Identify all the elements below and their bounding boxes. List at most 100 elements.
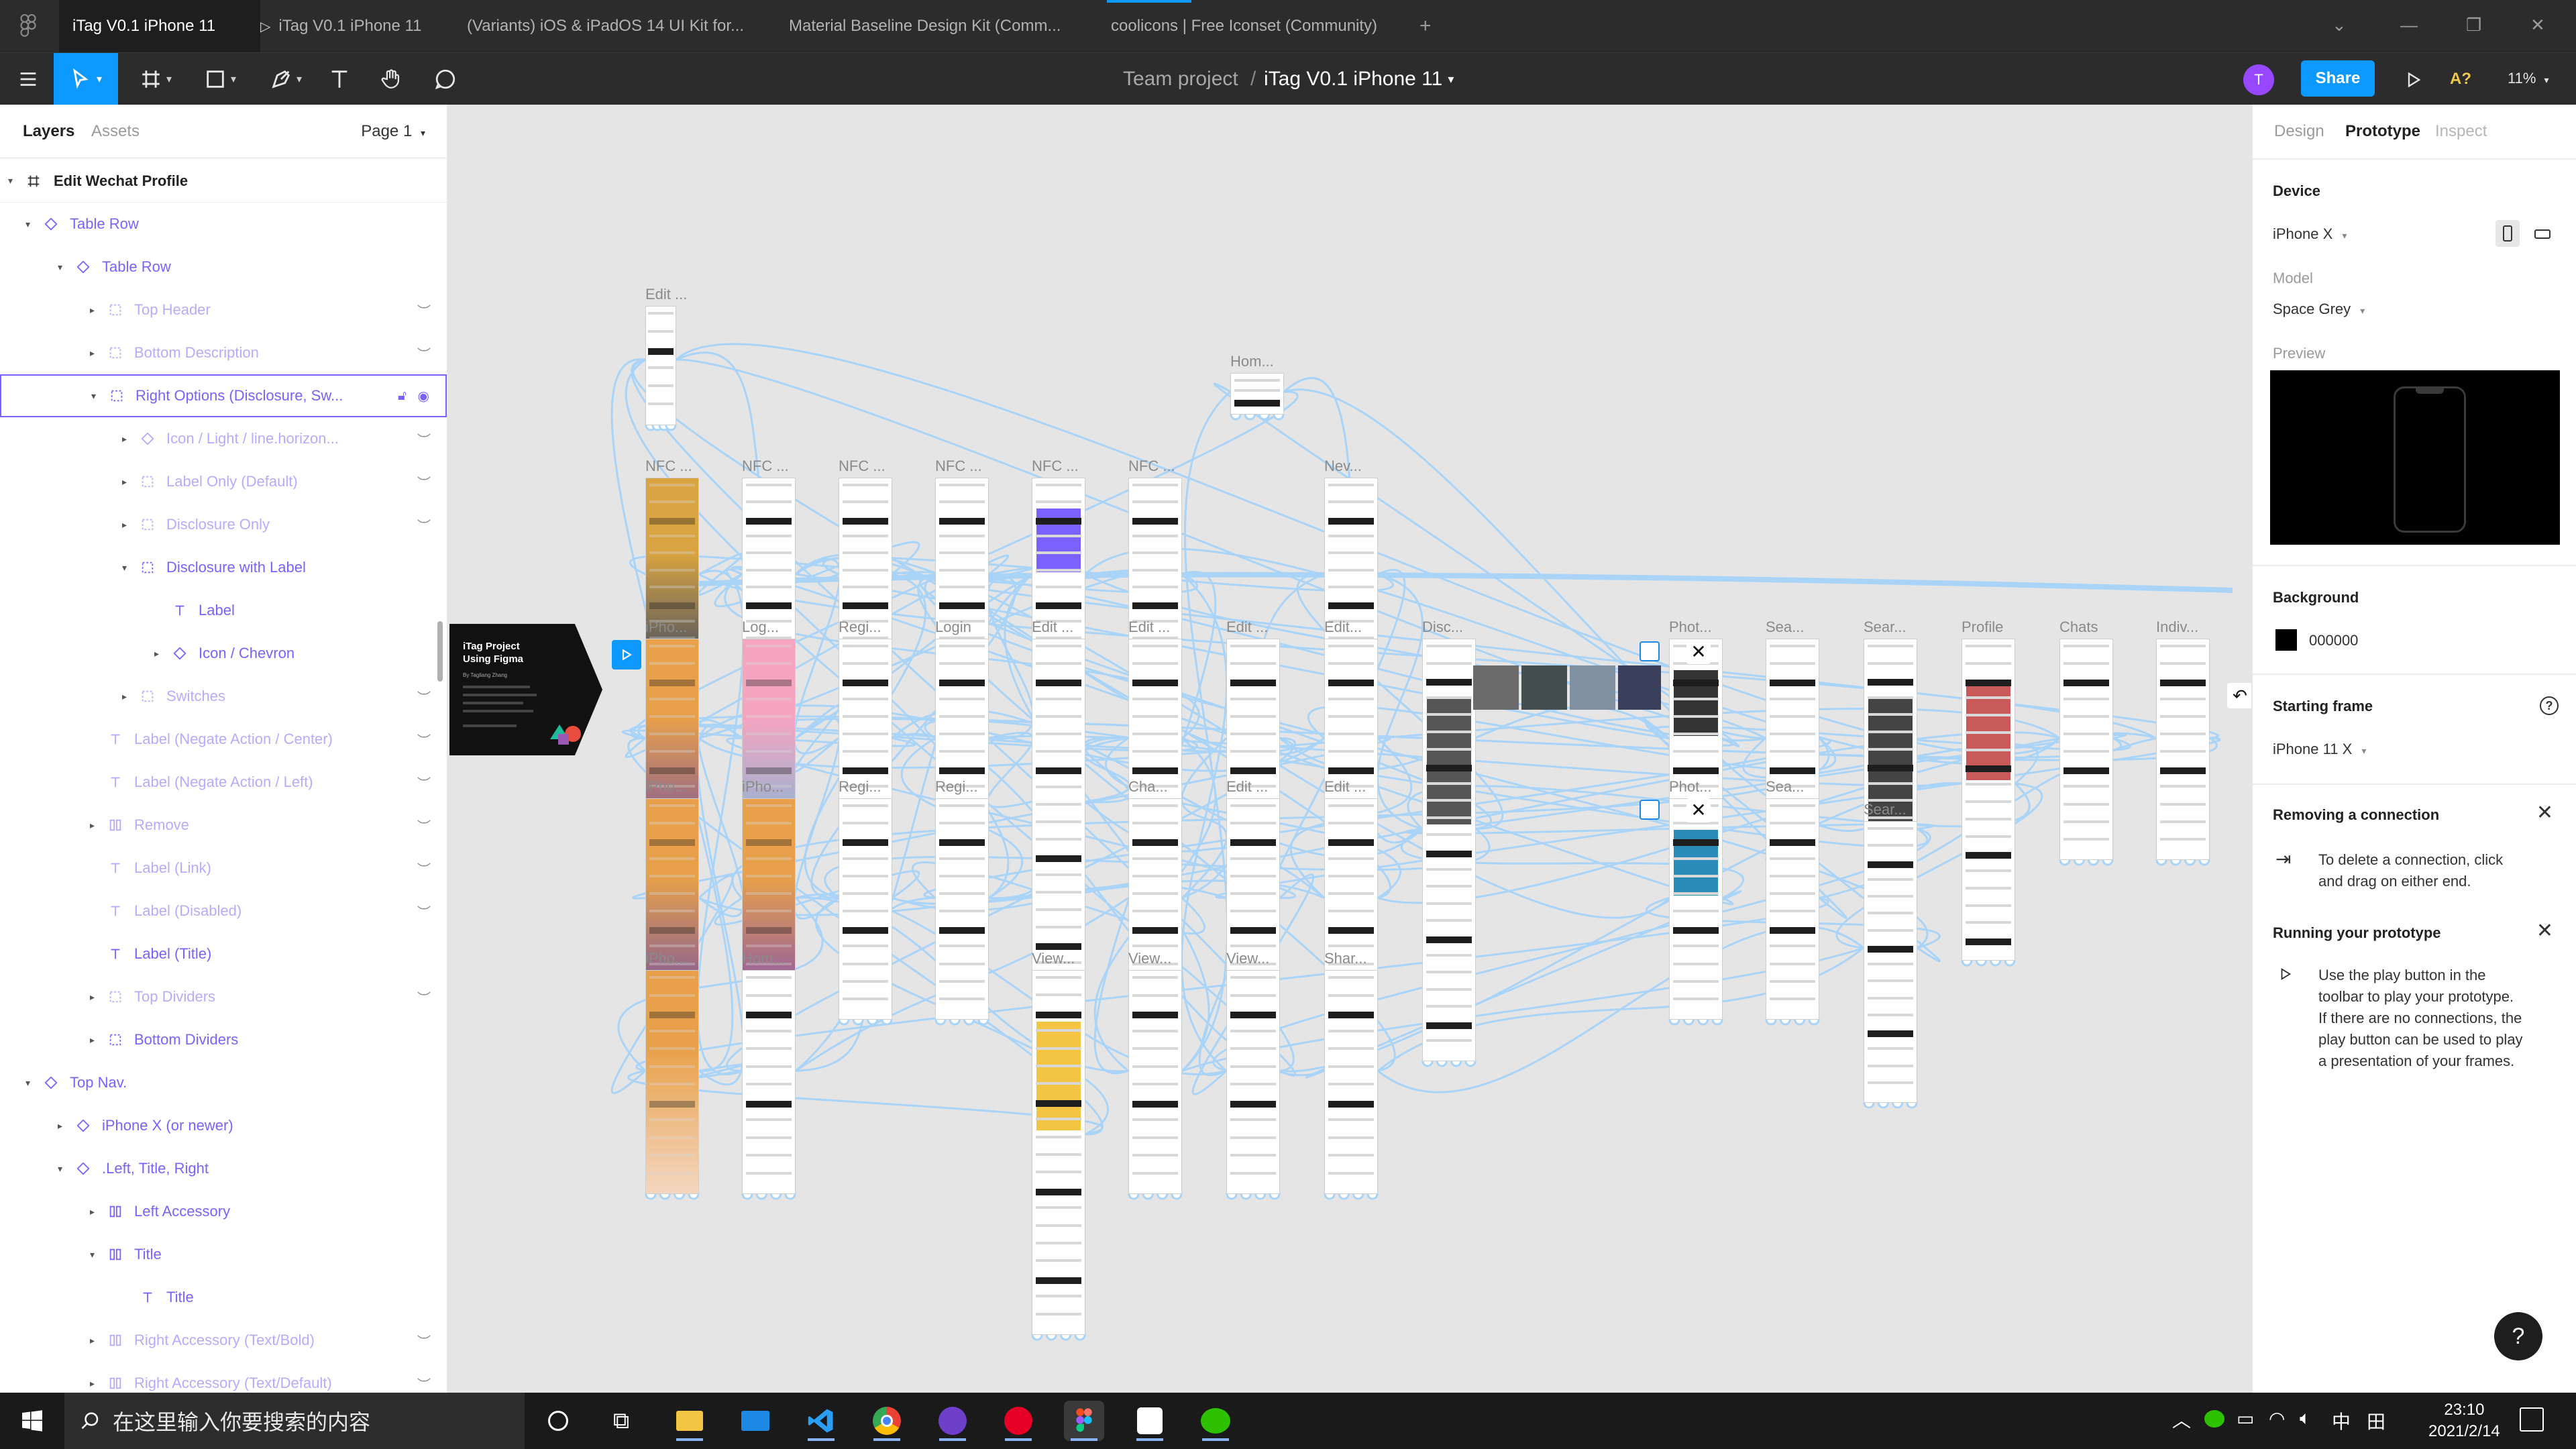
layer-row[interactable]: ▾ Right Options (Disclosure, Sw... 🔓︎ ◉ (0, 374, 447, 417)
frame-label[interactable]: Phot... (1669, 778, 1712, 796)
ime-mode-icon[interactable]: 田 (2367, 1407, 2385, 1434)
screen-frame[interactable] (1128, 970, 1182, 1194)
landscape-toggle[interactable] (2530, 223, 2555, 246)
eye-hidden-icon[interactable]: ︶ (417, 343, 431, 363)
screen-frame[interactable] (839, 798, 892, 1020)
tab-inspect[interactable]: Inspect (2435, 122, 2487, 141)
device-dropdown[interactable]: iPhone X ▾ (2273, 225, 2347, 243)
screen-frame[interactable] (1324, 970, 1378, 1194)
eye-hidden-icon[interactable]: ︶ (417, 1374, 431, 1393)
page-selector[interactable]: Page 1 ▾ (361, 122, 425, 141)
expand-caret-icon[interactable]: ▸ (90, 991, 95, 1003)
notion-icon[interactable] (1130, 1401, 1170, 1441)
tray-wechat-icon[interactable] (2204, 1410, 2224, 1428)
system-clock[interactable]: 23:10 2021/2/14 (2428, 1399, 2500, 1442)
layer-row[interactable]: ▸ Bottom Description ︶ (0, 331, 447, 374)
cover-frame[interactable]: iTag Project Using Figma By Tagliang Zha… (449, 624, 602, 755)
layer-row[interactable]: ▾ Title (0, 1233, 447, 1276)
overlay-marker-icon[interactable] (1640, 641, 1660, 661)
frame-label[interactable]: Disc... (1422, 619, 1463, 636)
frame-label[interactable]: NFC ... (1128, 458, 1175, 475)
layer-row[interactable]: ▸ Left Accessory (0, 1190, 447, 1233)
close-window-icon[interactable]: ✕ (2530, 15, 2545, 36)
frame-label[interactable]: Cha... (1128, 778, 1168, 796)
main-menu-icon[interactable] (9, 53, 47, 105)
frame-label[interactable]: Log... (742, 619, 779, 636)
eye-hidden-icon[interactable]: ︶ (417, 859, 431, 878)
move-tool-button[interactable]: ▾ (54, 53, 118, 105)
comment-tool-button[interactable] (429, 53, 462, 105)
expand-caret-icon[interactable]: ▸ (90, 1378, 95, 1389)
collapse-caret-icon[interactable]: ▾ (58, 1163, 62, 1175)
screen-frame[interactable] (1226, 970, 1280, 1194)
layer-row[interactable]: ▸ Icon / Light / line.horizon... ︶ (0, 417, 447, 460)
eye-hidden-icon[interactable]: ︶ (417, 773, 431, 792)
background-hex-input[interactable]: 000000 (2309, 632, 2358, 649)
eye-hidden-icon[interactable]: ︶ (417, 902, 431, 921)
ime-indicator[interactable]: 中 (2332, 1407, 2351, 1434)
new-tab-button[interactable]: + (1419, 0, 1440, 52)
connection-line[interactable] (1181, 947, 1864, 1072)
tab-itag-file[interactable]: iTag V0.1 iPhone 11 (59, 0, 260, 52)
layer-row[interactable]: Label (Title) (0, 932, 447, 975)
collapse-caret-icon[interactable]: ▾ (25, 1077, 30, 1089)
layer-row[interactable]: ▾ Top Nav. (0, 1061, 447, 1104)
screen-frame[interactable] (1766, 798, 1819, 1020)
frame-tool-button[interactable]: ▾ (129, 53, 182, 105)
figma-menu-icon[interactable] (16, 13, 40, 39)
frame-label[interactable]: Nev... (1324, 458, 1362, 475)
frame-label[interactable]: Sea... (1766, 778, 1804, 796)
back-action-icon[interactable]: ↶ (2227, 683, 2253, 708)
frame-label[interactable]: Edit ... (1226, 778, 1268, 796)
canvas[interactable]: Edit ... Hom... NFC ... NFC ... NFC ... NFC .… (448, 105, 2253, 1393)
expand-caret-icon[interactable]: ▸ (122, 433, 127, 445)
overlay-marker-icon[interactable] (1640, 800, 1660, 820)
background-swatch[interactable] (2275, 629, 2297, 651)
starting-frame-dropdown[interactable]: iPhone 11 X ▾ (2273, 741, 2366, 758)
screen-frame[interactable] (645, 970, 699, 1194)
layer-row[interactable]: ▸ Right Accessory (Text/Default) ︶ (0, 1362, 447, 1393)
layer-row[interactable]: ▸ iPhone X (or newer) (0, 1104, 447, 1147)
frame-label[interactable]: iPho... (645, 619, 687, 636)
layer-frame-root[interactable]: ▾ Edit Wechat Profile (0, 160, 447, 203)
layer-row[interactable]: Title (0, 1276, 447, 1319)
collapse-caret-icon[interactable]: ▾ (58, 262, 62, 273)
frame-label[interactable]: Hom... (1230, 353, 1274, 370)
layer-row[interactable]: ▸ Top Dividers ︶ (0, 975, 447, 1018)
text-tool-button[interactable] (323, 53, 356, 105)
shape-tool-button[interactable]: ▾ (193, 53, 247, 105)
notification-center-icon[interactable] (2520, 1407, 2544, 1432)
layer-row[interactable]: ▾ .Left, Title, Right (0, 1147, 447, 1190)
layer-row[interactable]: ▾ Table Row (0, 246, 447, 288)
breadcrumb-team[interactable]: Team project (1123, 53, 1238, 105)
hand-tool-button[interactable] (376, 53, 408, 105)
frame-label[interactable]: Edit ... (1226, 619, 1268, 636)
eye-hidden-icon[interactable]: ︶ (417, 472, 431, 492)
windows-start-icon[interactable] (20, 1409, 44, 1433)
frame-label[interactable]: Edit ... (645, 286, 687, 303)
zoom-dropdown[interactable]: 11% ▾ (2508, 70, 2549, 87)
close-icon[interactable]: ✕ (2536, 919, 2553, 943)
share-button[interactable]: Share (2301, 60, 2375, 97)
frame-label[interactable]: Shar... (1324, 950, 1367, 967)
figma-taskbar-icon[interactable] (1064, 1401, 1104, 1441)
help-button[interactable]: ? (2494, 1312, 2542, 1360)
frame-label[interactable]: Login (935, 619, 971, 636)
expand-caret-icon[interactable]: ▾ (8, 175, 13, 186)
tab-ios-kit[interactable]: (Variants) iOS & iPadOS 14 UI Kit for... (467, 0, 744, 52)
portrait-toggle[interactable] (2496, 220, 2520, 247)
layer-row[interactable]: Label (Negate Action / Left) ︶ (0, 761, 447, 804)
collapse-caret-icon[interactable]: ▾ (25, 219, 30, 230)
frame-label[interactable]: iPho... (645, 778, 687, 796)
eye-hidden-icon[interactable]: ︶ (417, 816, 431, 835)
expand-caret-icon[interactable]: ▸ (122, 519, 127, 531)
task-view-icon[interactable]: ⧉ (601, 1401, 641, 1441)
expand-caret-icon[interactable]: ▸ (90, 1034, 95, 1046)
tray-overflow-icon[interactable]: ︿ (2172, 1406, 2191, 1433)
eye-hidden-icon[interactable]: ︶ (417, 987, 431, 1007)
screen-frame[interactable] (1864, 821, 1917, 1103)
layer-row[interactable]: ▸ Top Header ︶ (0, 288, 447, 331)
expand-caret-icon[interactable]: ▸ (90, 820, 95, 831)
frame-label[interactable]: NFC ... (645, 458, 692, 475)
layer-row[interactable]: ▸ Disclosure Only ︶ (0, 503, 447, 546)
